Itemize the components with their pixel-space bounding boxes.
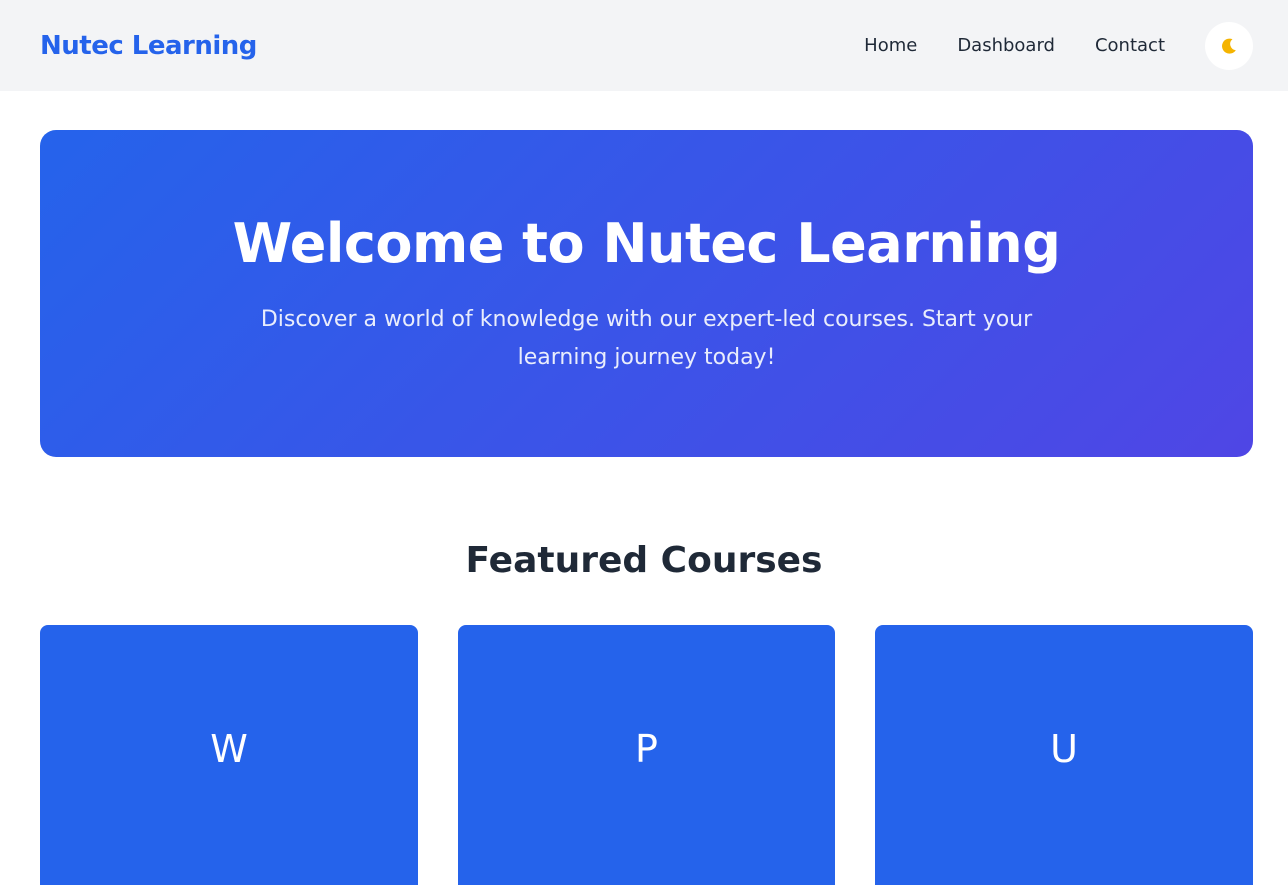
hero-subtitle: Discover a world of knowledge with our e… [260,307,1033,370]
nav-link-home[interactable]: Home [864,35,917,56]
course-card[interactable]: U [875,625,1253,885]
hero-banner: Welcome to Nutec Learning Discover a wor… [40,130,1253,457]
moon-icon [1222,38,1236,54]
course-card-letter: W [210,727,248,771]
course-card[interactable]: W [40,625,418,885]
brand-logo[interactable]: Nutec Learning [40,31,257,61]
nav-links: Home Dashboard Contact [864,21,1253,70]
featured-courses-title: Featured Courses [465,540,823,581]
nav-link-dashboard[interactable]: Dashboard [957,35,1055,56]
top-navbar: Nutec Learning Home Dashboard Contact [0,0,1288,91]
course-card[interactable]: P [458,625,835,885]
theme-toggle-button[interactable] [1205,21,1253,70]
hero-title: Welcome to Nutec Learning [232,212,1061,275]
nav-link-contact[interactable]: Contact [1095,35,1165,56]
course-card-letter: U [1050,727,1078,771]
course-card-letter: P [635,727,658,771]
